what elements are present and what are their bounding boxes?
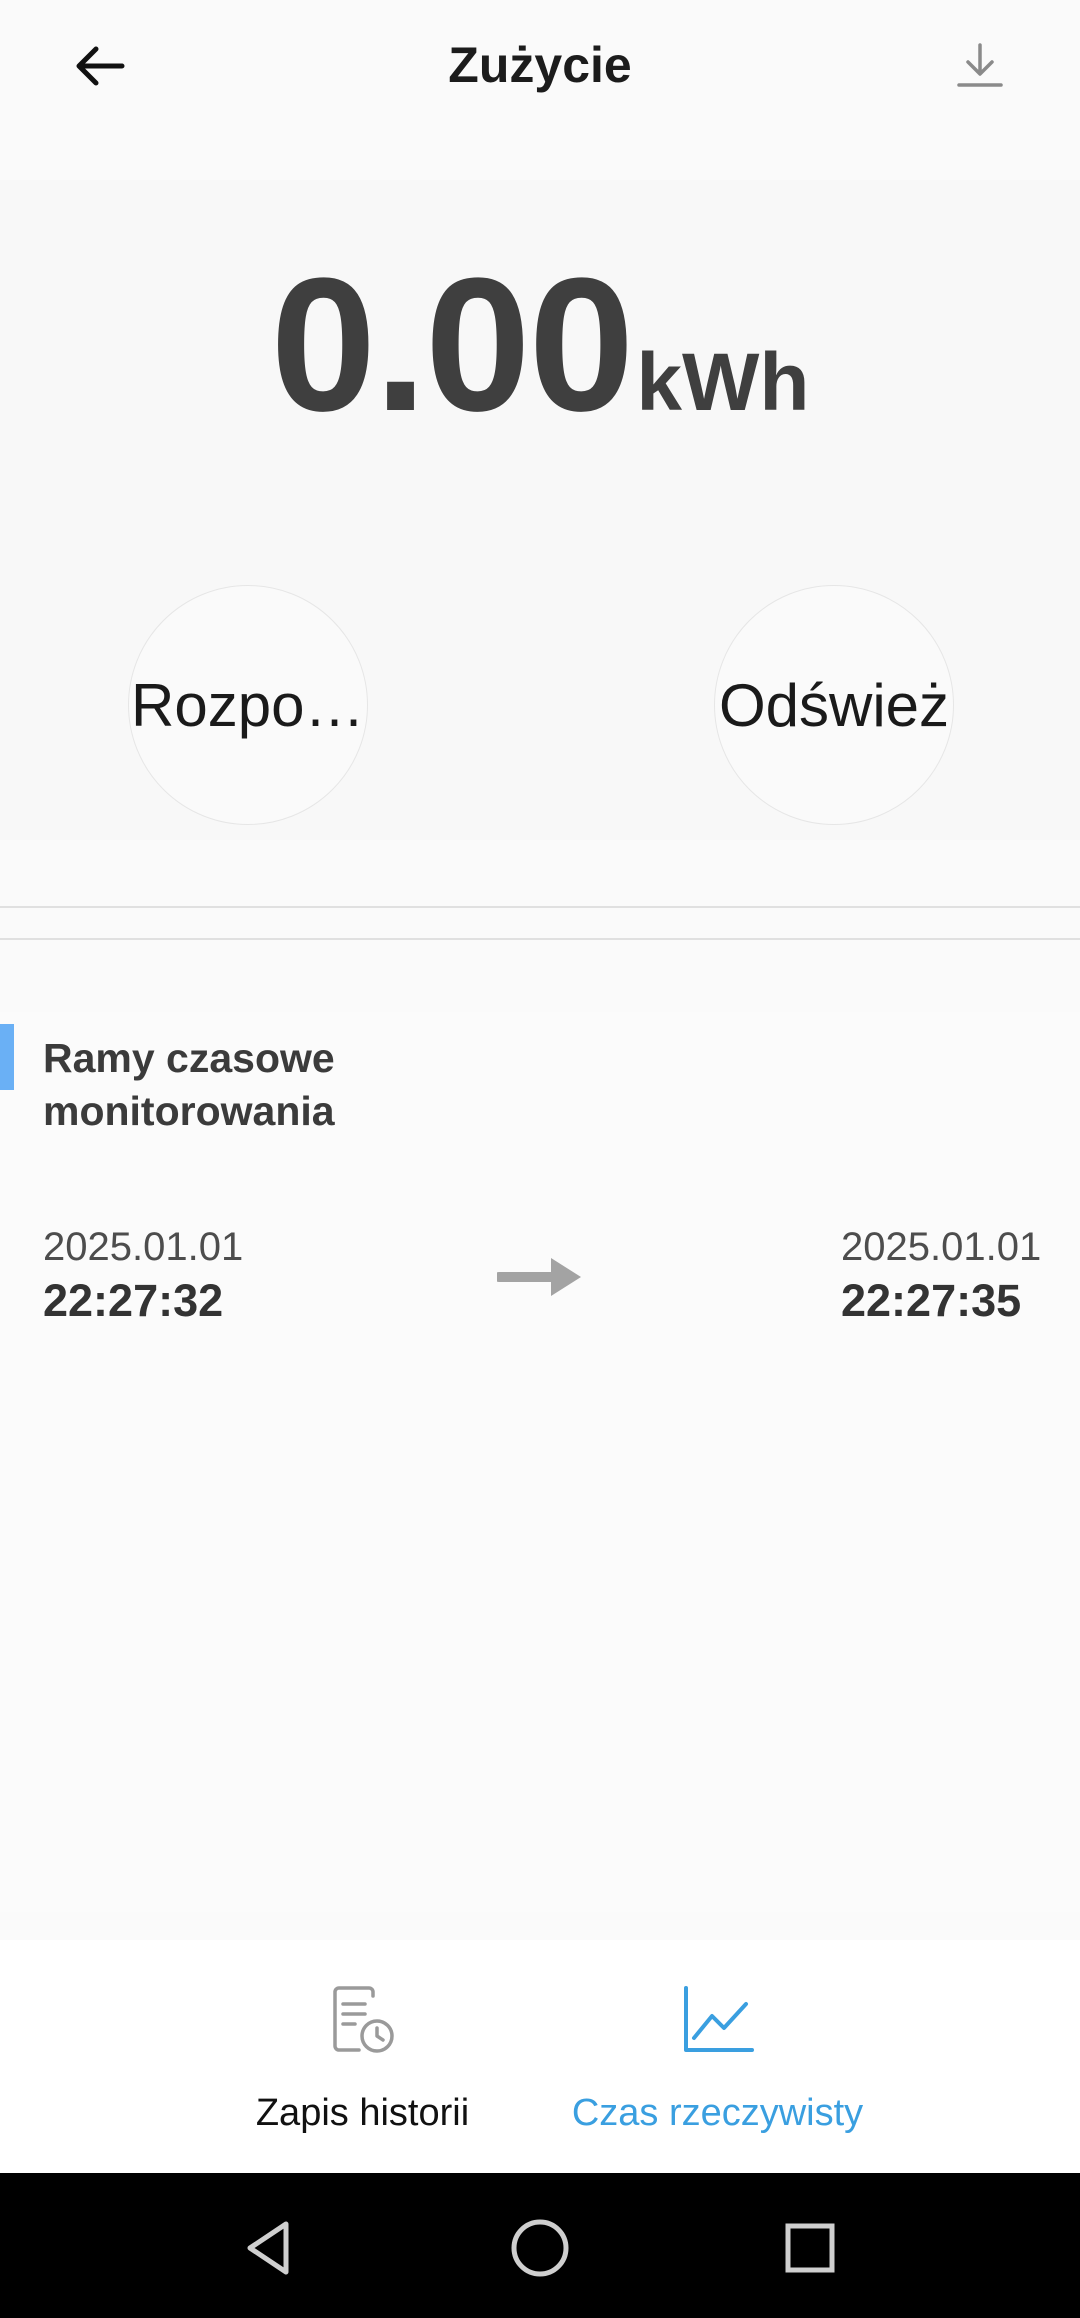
tab-real-time-label: Czas rzeczywisty — [571, 2092, 864, 2134]
monitoring-section: Ramy czasowe monitorowania 2025.01.01 22… — [0, 1012, 1080, 1912]
nav-home-button[interactable] — [500, 2208, 580, 2288]
system-navigation-bar — [0, 2173, 1080, 2318]
refresh-button-label: Odśwież — [718, 671, 950, 739]
usage-unit: kWh — [636, 337, 810, 428]
bottom-tab-bar: Zapis historii Czas rzeczywisty — [0, 1940, 1080, 2173]
refresh-button[interactable]: Odśwież — [714, 585, 954, 825]
nav-back-triangle-icon — [247, 2221, 289, 2275]
nav-home-circle-icon — [511, 2219, 569, 2277]
section-title: Ramy czasowe monitorowania — [43, 1035, 335, 1134]
end-date: 2025.01.01 — [841, 1225, 1042, 1269]
nav-recent-button[interactable] — [770, 2208, 850, 2288]
nav-back-button[interactable] — [230, 2208, 310, 2288]
divider — [0, 906, 1080, 908]
start-clock: 22:27:32 — [43, 1275, 224, 1326]
end-time: 2025.01.01 22:27:35 — [841, 1222, 1041, 1330]
start-date: 2025.01.01 — [43, 1225, 244, 1269]
top-app-bar: Zużycie — [0, 0, 1080, 135]
line-chart-icon — [683, 1986, 754, 2052]
divider — [0, 938, 1080, 940]
arrow-right-icon — [497, 1258, 581, 1296]
tab-real-time[interactable]: Czas rzeczywisty — [560, 1940, 875, 2173]
page-title: Zużycie — [448, 37, 632, 93]
history-record-icon — [332, 1986, 394, 2053]
usage-panel: 0.00kWh Rozpoc... Odśwież — [0, 180, 1080, 840]
end-clock: 22:27:35 — [841, 1275, 1022, 1326]
tab-history-label: Zapis historii — [255, 2092, 470, 2134]
tab-history-record[interactable]: Zapis historii — [240, 1940, 485, 2173]
start-time: 2025.01.01 22:27:32 — [43, 1222, 243, 1330]
start-button-label: Rozpoc... — [131, 671, 365, 739]
download-button[interactable] — [940, 30, 1020, 102]
section-accent-bar — [0, 1024, 14, 1090]
start-button[interactable]: Rozpoc... — [128, 585, 368, 825]
nav-recent-square-icon — [785, 2223, 835, 2273]
usage-display: 0.00kWh — [0, 250, 1080, 440]
download-icon — [957, 43, 1003, 87]
usage-value: 0.00 — [270, 239, 635, 451]
